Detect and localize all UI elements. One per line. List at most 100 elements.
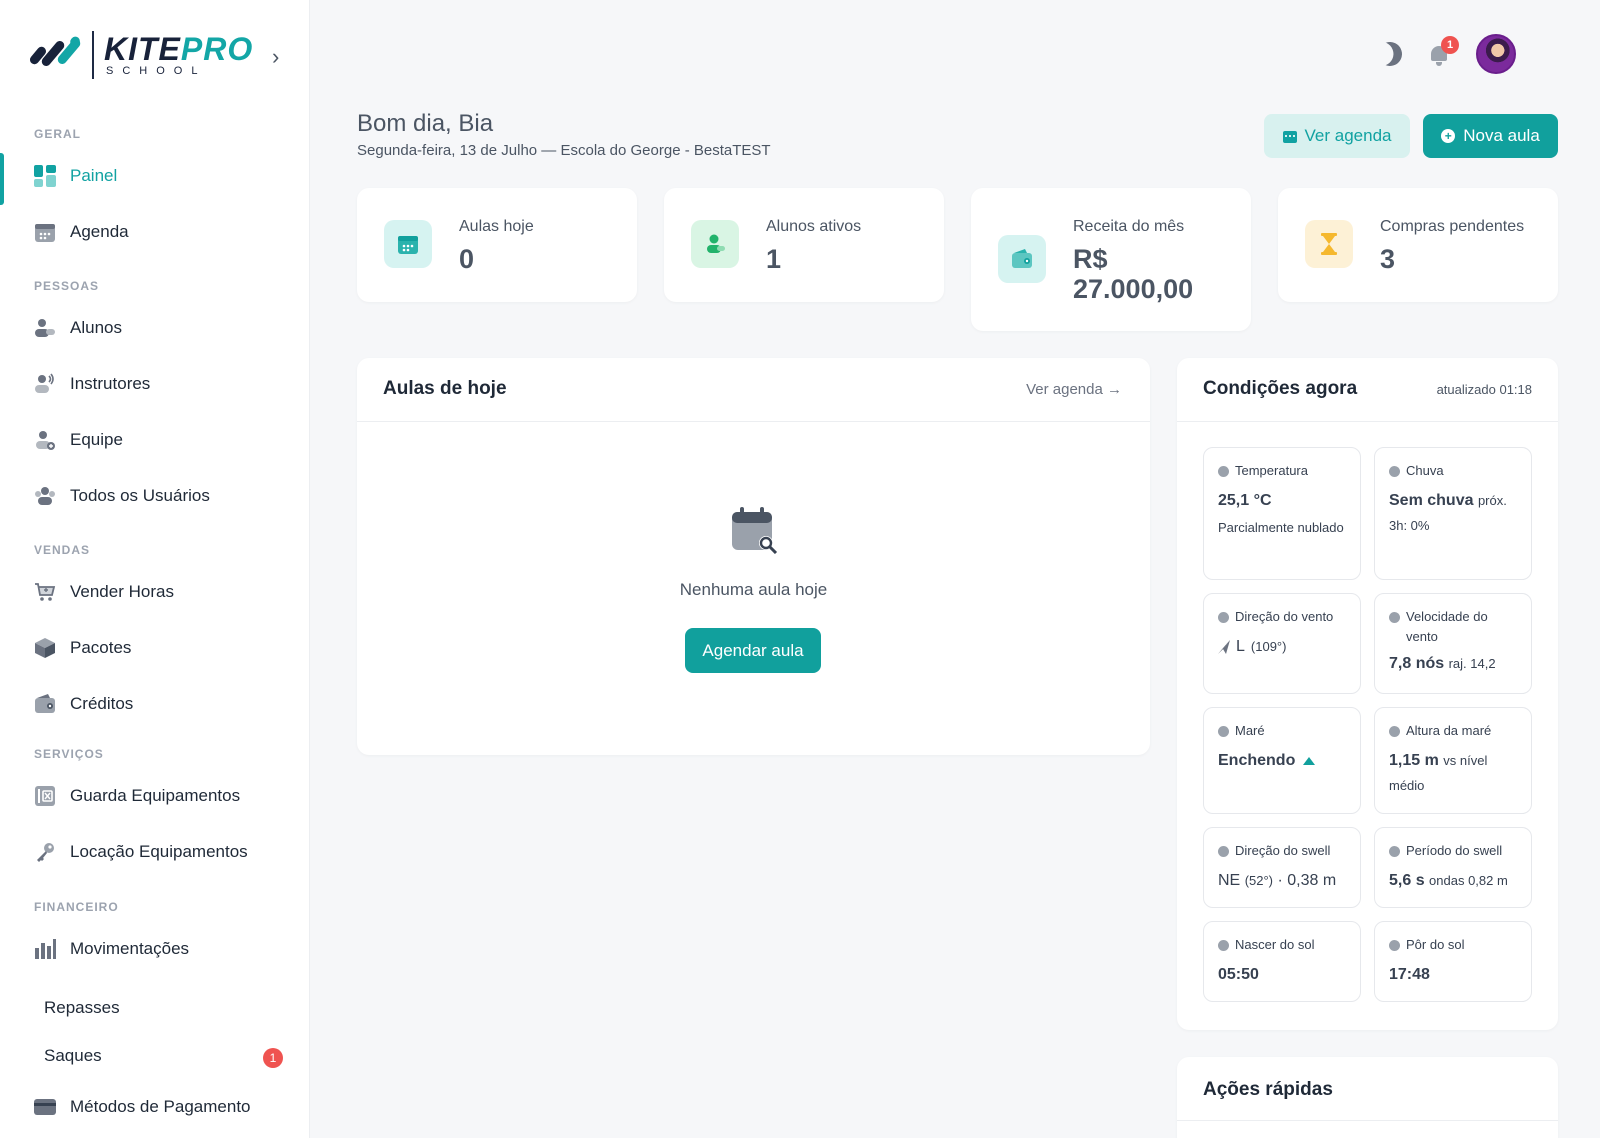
sidebar-item-metodos-pagamento[interactable]: Métodos de Pagamento <box>0 1084 308 1130</box>
tile-label: Direção do swell <box>1235 843 1331 858</box>
view-schedule-label: Ver agenda <box>1304 126 1392 145</box>
sidebar: KITEPRO SCHOOL › GERAL Painel Agenda PES… <box>0 0 310 1138</box>
stat-value-amount: 27.000,00 <box>1073 274 1194 304</box>
sidebar-item-painel[interactable]: Painel <box>0 153 308 205</box>
wind-arrow-icon <box>1218 639 1230 654</box>
tile-label: Pôr do sol <box>1406 937 1465 952</box>
sidebar-item-movimentacoes[interactable]: Movimentações <box>0 926 308 972</box>
divider <box>357 421 1150 422</box>
tile-desc: raj. 14,2 <box>1448 656 1496 671</box>
sidebar-item-agenda[interactable]: Agenda <box>0 209 308 255</box>
updated-time: atualizado 01:18 <box>1436 382 1532 397</box>
locker-icon <box>34 785 56 807</box>
logo-divider <box>92 31 94 79</box>
schedule-lesson-button[interactable]: Agendar aula <box>685 628 821 673</box>
dark-mode-toggle-icon[interactable] <box>1375 39 1406 70</box>
sidebar-item-label: Métodos de Pagamento <box>70 1097 251 1116</box>
tile-altura-mare: Altura da maré 1,15 m vs nível médio <box>1374 707 1532 814</box>
tile-value: L <box>1236 638 1245 655</box>
stat-card-aulas-hoje: Aulas hoje 0 <box>357 188 637 302</box>
tile-value: 7,8 nós <box>1389 655 1445 672</box>
sidebar-item-locacao-equipamentos[interactable]: Locação Equipamentos <box>0 829 308 875</box>
tile-desc: Parcialmente nublado <box>1218 520 1344 535</box>
tile-chuva: Chuva Sem chuva próx. 3h: 0% <box>1374 447 1532 580</box>
view-schedule-link[interactable]: Ver agenda → <box>1026 381 1122 398</box>
tile-value: 1,15 m <box>1389 752 1439 769</box>
calendar-icon <box>34 221 56 243</box>
sidebar-item-label: Painel <box>70 166 118 185</box>
tide-height-icon <box>1389 726 1400 737</box>
tile-label: Altura da maré <box>1406 723 1492 738</box>
quick-actions-panel: Ações rápidas <box>1177 1057 1558 1138</box>
sidebar-item-alunos[interactable]: Alunos <box>0 305 308 351</box>
collapse-sidebar-icon[interactable]: › <box>272 44 279 70</box>
section-pessoas: PESSOAS <box>34 279 100 293</box>
user-icon <box>691 220 739 268</box>
sidebar-item-saques[interactable]: Saques <box>44 1046 102 1066</box>
sidebar-item-label: Movimentações <box>70 939 190 958</box>
sidebar-item-pacotes[interactable]: Pacotes <box>0 625 308 671</box>
sidebar-item-repasses[interactable]: Repasses <box>44 998 120 1018</box>
tile-label: Chuva <box>1406 463 1444 478</box>
tile-value: 25,1 °C <box>1218 492 1272 509</box>
tile-direcao-swell: Direção do swell NE (52°) · 0,38 m <box>1203 827 1361 908</box>
sidebar-item-creditos[interactable]: Créditos <box>0 681 308 727</box>
tile-value: Enchendo <box>1218 752 1296 769</box>
sidebar-item-equipe[interactable]: Equipe <box>0 417 308 463</box>
dashboard-icon <box>34 165 56 187</box>
new-lesson-button[interactable]: + Nova aula <box>1423 114 1558 158</box>
today-lessons-panel: Aulas de hoje Ver agenda → Nenhuma aula … <box>357 358 1150 755</box>
tile-nascer-sol: Nascer do sol 05:50 <box>1203 921 1361 1002</box>
wallet-icon <box>998 235 1046 283</box>
sidebar-item-vender-horas[interactable]: Vender Horas <box>0 569 308 615</box>
sidebar-item-label: Créditos <box>70 694 134 713</box>
tile-label: Temperatura <box>1235 463 1308 478</box>
sidebar-item-label: Agenda <box>70 222 129 241</box>
sunset-icon <box>1389 940 1400 951</box>
panel-title: Ações rápidas <box>1203 1079 1333 1100</box>
tile-value: Sem chuva <box>1389 492 1474 509</box>
wallet-icon <box>34 693 56 715</box>
stat-value: 3 <box>1380 244 1396 274</box>
conditions-panel: Condições agora atualizado 01:18 Tempera… <box>1177 358 1558 1030</box>
stat-value-currency: R$ <box>1073 244 1108 274</box>
section-geral: GERAL <box>34 127 81 141</box>
notifications-badge: 1 <box>1441 36 1459 54</box>
tile-label: Velocidade do vento <box>1406 609 1488 644</box>
page-subtitle: Segunda-feira, 13 de Julho — Escola do G… <box>357 142 771 159</box>
wind-icon <box>1389 612 1400 623</box>
tile-value: 17:48 <box>1389 966 1430 983</box>
stat-value: 0 <box>459 244 475 274</box>
tile-label: Nascer do sol <box>1235 937 1315 952</box>
stat-label: Compras pendentes <box>1380 218 1525 235</box>
sidebar-item-label: Alunos <box>70 318 122 337</box>
stat-label: Aulas hoje <box>459 218 534 235</box>
hourglass-icon <box>1305 220 1353 268</box>
sunrise-icon <box>1218 940 1229 951</box>
tide-rising-icon <box>1303 756 1316 765</box>
sidebar-item-guarda-equipamentos[interactable]: Guarda Equipamentos <box>0 773 308 819</box>
cart-icon <box>34 581 56 603</box>
tile-label: Maré <box>1235 723 1265 738</box>
stat-card-receita-mes: Receita do mês R$ 27.000,00 <box>971 188 1251 331</box>
notifications-icon[interactable]: 1 <box>1428 36 1459 66</box>
user-avatar[interactable] <box>1476 34 1516 74</box>
brand-logo[interactable]: KITEPRO SCHOOL <box>26 30 253 80</box>
sidebar-item-label: Todos os Usuários <box>70 486 210 505</box>
tile-periodo-swell: Período do swell 5,6 s ondas 0,82 m <box>1374 827 1532 908</box>
view-schedule-button[interactable]: Ver agenda <box>1264 114 1410 158</box>
sidebar-item-label: Pacotes <box>70 638 132 657</box>
swell-direction-icon <box>1218 846 1229 857</box>
rain-cloud-icon <box>1389 466 1400 477</box>
package-icon <box>34 637 56 659</box>
tile-label: Período do swell <box>1406 843 1503 858</box>
page-greeting: Bom dia, Bia <box>357 110 494 137</box>
tile-desc: ondas 0,82 m <box>1429 873 1508 888</box>
stat-label: Receita do mês <box>1073 218 1185 235</box>
calendar-search-icon <box>730 506 778 555</box>
sidebar-item-instrutores[interactable]: Instrutores <box>0 361 308 407</box>
saques-badge: 1 <box>263 1048 283 1068</box>
section-vendas: VENDAS <box>34 543 91 557</box>
sidebar-item-todos-usuarios[interactable]: Todos os Usuários <box>0 473 308 519</box>
topbar-actions: 1 <box>1378 34 1516 74</box>
